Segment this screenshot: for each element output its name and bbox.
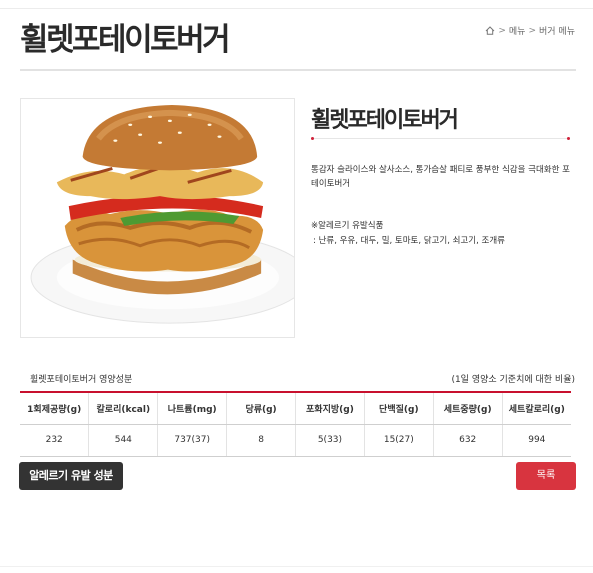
nutrition-header-row: 1회제공량(g) 칼로리(kcal) 나트륨(mg) 당류(g) 포화지방(g)… xyxy=(20,391,571,425)
product-description: 통감자 슬라이스와 살사소스, 통가슴살 패티로 풍부한 식감을 극대화한 포테… xyxy=(311,165,570,189)
cell-set-weight: 632 xyxy=(432,424,503,457)
top-divider xyxy=(0,8,593,9)
breadcrumb-item-burger-menu[interactable]: 버거 메뉴 xyxy=(539,24,575,37)
cell-saturated-fat: 5(33) xyxy=(295,424,365,457)
allergen-list: : 난류, 우유, 대두, 밀, 토마토, 닭고기, 쇠고기, 조개류 xyxy=(313,236,505,246)
table-row: 232 544 737(37) 8 5(33) 15(27) 632 994 xyxy=(20,424,571,457)
header-set-calories: 세트칼로리(g) xyxy=(501,391,571,425)
product-image xyxy=(20,98,295,338)
burger-illustration xyxy=(30,104,294,324)
header-protein: 단백질(g) xyxy=(363,391,434,425)
cell-set-calories: 994 xyxy=(501,424,571,457)
list-button[interactable]: 목록 xyxy=(516,462,576,490)
header-sugars: 당류(g) xyxy=(226,391,296,425)
nutrition-note: (1일 영양소 기준치에 대한 비율) xyxy=(451,375,575,385)
cell-sodium: 737(37) xyxy=(157,424,227,457)
bottom-divider xyxy=(0,566,593,567)
breadcrumb-separator: > xyxy=(528,25,537,36)
breadcrumb-item-menu[interactable]: 메뉴 xyxy=(509,24,526,37)
product-name: 휠렛포테이토버거 xyxy=(311,108,459,133)
breadcrumb-separator: > xyxy=(498,25,506,36)
cell-serving-size: 232 xyxy=(20,424,89,457)
page-title: 휠렛포테이토버거 xyxy=(20,22,231,58)
allergen-title: ※알레르기 유발식품 xyxy=(311,221,384,231)
title-divider xyxy=(20,69,576,71)
home-icon[interactable] xyxy=(485,26,495,35)
header-set-weight: 세트중량(g) xyxy=(432,391,503,425)
cell-sugars: 8 xyxy=(226,424,296,457)
header-saturated-fat: 포화지방(g) xyxy=(295,391,365,425)
header-serving-size: 1회제공량(g) xyxy=(20,391,89,425)
cell-protein: 15(27) xyxy=(363,424,434,457)
allergen-info-button[interactable]: 알레르기 유발 성분 xyxy=(19,462,123,490)
nutrition-table: 1회제공량(g) 칼로리(kcal) 나트륨(mg) 당류(g) 포화지방(g)… xyxy=(20,391,571,457)
cell-calories: 544 xyxy=(88,424,158,457)
header-calories: 칼로리(kcal) xyxy=(88,391,158,425)
header-sodium: 나트륨(mg) xyxy=(157,391,227,425)
nutrition-title: 휠렛포테이토버거 영양성분 xyxy=(30,375,133,385)
breadcrumb: > 메뉴 > 버거 메뉴 xyxy=(485,24,575,37)
product-name-divider xyxy=(311,137,570,140)
